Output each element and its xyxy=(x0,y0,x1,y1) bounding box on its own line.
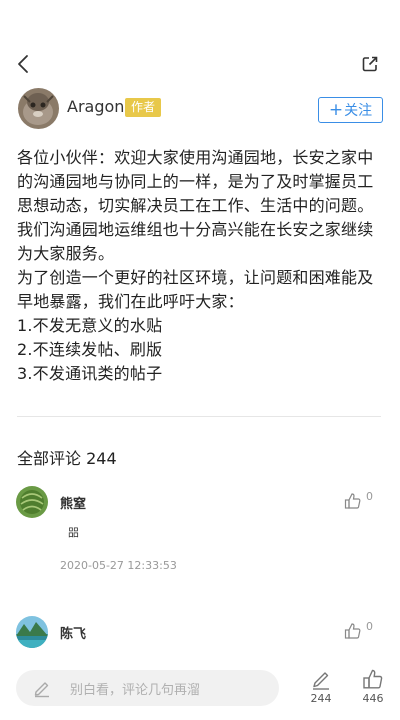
comment-item: 熊窒 0 㗊 2020-05-27 12:33:53 xyxy=(16,486,386,586)
comment-count: 244 xyxy=(310,692,332,705)
author-avatar[interactable] xyxy=(18,88,59,129)
like-count: 446 xyxy=(362,692,384,705)
divider xyxy=(17,416,381,417)
comment-count-button[interactable]: 244 xyxy=(303,668,339,714)
post-body: 各位小伙伴：欢迎大家使用沟通园地，长安之家中的沟通园地与协同上的一样，是为了及时… xyxy=(17,146,387,386)
like-button[interactable]: 446 xyxy=(355,668,391,714)
thumbs-up-icon xyxy=(344,493,361,509)
comment-input[interactable]: 别白看，评论几句再溜 xyxy=(16,670,279,706)
comment-like-button[interactable]: 0 xyxy=(344,620,384,642)
pencil-icon xyxy=(313,672,329,690)
commenter-avatar[interactable] xyxy=(16,486,48,518)
comments-header: 全部评论 244 xyxy=(17,449,117,468)
author-badge: 作者 xyxy=(125,98,162,117)
post-paragraph: 1.不发无意义的水贴 xyxy=(17,316,163,335)
post-paragraph: 2.不连续发帖、刷版 xyxy=(17,340,163,359)
follow-label: 关注 xyxy=(344,103,373,119)
commenter-name[interactable]: 陈飞 xyxy=(60,623,86,642)
comment-time: 2020-05-27 12:33:53 xyxy=(60,559,177,572)
post-paragraph: 各位小伙伴：欢迎大家使用沟通园地，长安之家中的沟通园地与协同上的一样，是为了及时… xyxy=(17,148,374,263)
commenter-avatar[interactable] xyxy=(16,616,48,648)
bottom-bar: 别白看，评论几句再溜 244 446 xyxy=(0,660,400,720)
comment-item: 陈飞 0 xyxy=(16,616,386,656)
pencil-icon xyxy=(34,682,49,698)
author-row: Aragon 作者 +关注 xyxy=(18,88,388,130)
top-bar: Aragon 作者 +关注 xyxy=(0,0,400,130)
thumbs-up-icon xyxy=(344,623,361,639)
post-paragraph: 3.不发通讯类的帖子 xyxy=(17,364,163,383)
comment-text: 㗊 xyxy=(68,526,79,539)
comment-like-button[interactable]: 0 xyxy=(344,490,384,512)
comment-input-placeholder: 别白看，评论几句再溜 xyxy=(70,683,201,698)
thumbs-up-icon xyxy=(363,669,383,689)
commenter-name[interactable]: 熊窒 xyxy=(60,493,86,512)
post-paragraph: 为了创造一个更好的社区环境，让问题和困难能及早地暴露，我们在此呼吁大家： xyxy=(17,268,374,311)
back-icon[interactable] xyxy=(14,54,34,74)
comment-like-count: 0 xyxy=(366,620,373,633)
comment-like-count: 0 xyxy=(366,490,373,503)
follow-button[interactable]: +关注 xyxy=(318,97,383,123)
share-icon[interactable] xyxy=(361,55,379,73)
plus-icon: + xyxy=(328,100,344,120)
author-name[interactable]: Aragon xyxy=(67,97,124,116)
